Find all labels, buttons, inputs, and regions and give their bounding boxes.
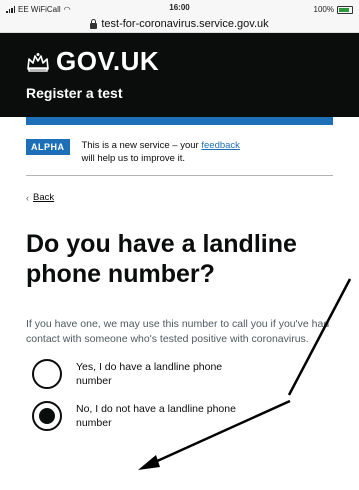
back-link-label: Back <box>33 192 55 203</box>
radio-button-no[interactable] <box>32 401 62 431</box>
chevron-left-icon: ‹ <box>26 192 29 203</box>
govuk-logo-text: GOV.UK <box>56 46 160 76</box>
phase-tag: ALPHA <box>26 139 70 155</box>
carrier-info: EE WiFiCall ◠ <box>6 5 71 14</box>
phase-text-before: This is a new service – your <box>81 140 202 151</box>
phase-banner-text: This is a new service – your feedback wi… <box>82 139 252 165</box>
lock-icon <box>90 18 98 29</box>
radio-label-yes[interactable]: Yes, I do have a landline phone number <box>76 360 246 388</box>
carrier-label: EE WiFiCall <box>18 5 61 14</box>
back-link[interactable]: ‹ Back <box>26 192 359 203</box>
radio-label-no[interactable]: No, I do not have a landline phone numbe… <box>76 402 246 430</box>
clock: 16:00 <box>169 3 190 12</box>
radio-option-no[interactable]: No, I do not have a landline phone numbe… <box>32 401 359 431</box>
address-bar[interactable]: test-for-coronavirus.service.gov.uk <box>0 16 359 33</box>
radio-option-yes[interactable]: Yes, I do have a landline phone number <box>32 359 359 389</box>
radio-selected-dot <box>39 408 55 424</box>
question-hint: If you have one, we may use this number … <box>26 318 330 345</box>
battery-icon <box>337 5 353 14</box>
govuk-header: GOV.UK Register a test <box>0 33 359 125</box>
crown-icon <box>27 52 49 72</box>
annotation-arrowhead <box>138 455 160 470</box>
status-bar: EE WiFiCall ◠ 16:00 100% <box>0 0 359 16</box>
radio-button-yes[interactable] <box>32 359 62 389</box>
page-title: Do you have a landline phone number? <box>26 230 297 288</box>
feedback-link[interactable]: feedback <box>201 140 240 151</box>
signal-icon <box>6 6 15 13</box>
url-text: test-for-coronavirus.service.gov.uk <box>101 18 269 30</box>
govuk-logo[interactable]: GOV.UK <box>26 33 359 77</box>
wifi-icon: ◠ <box>63 5 71 14</box>
battery-info: 100% <box>314 5 353 14</box>
header-blue-rule <box>26 117 333 125</box>
phase-text-after: will help us to improve it. <box>81 153 185 164</box>
phase-banner: ALPHA This is a new service – your feedb… <box>26 139 333 176</box>
battery-percent: 100% <box>313 5 334 14</box>
service-name[interactable]: Register a test <box>26 85 359 101</box>
